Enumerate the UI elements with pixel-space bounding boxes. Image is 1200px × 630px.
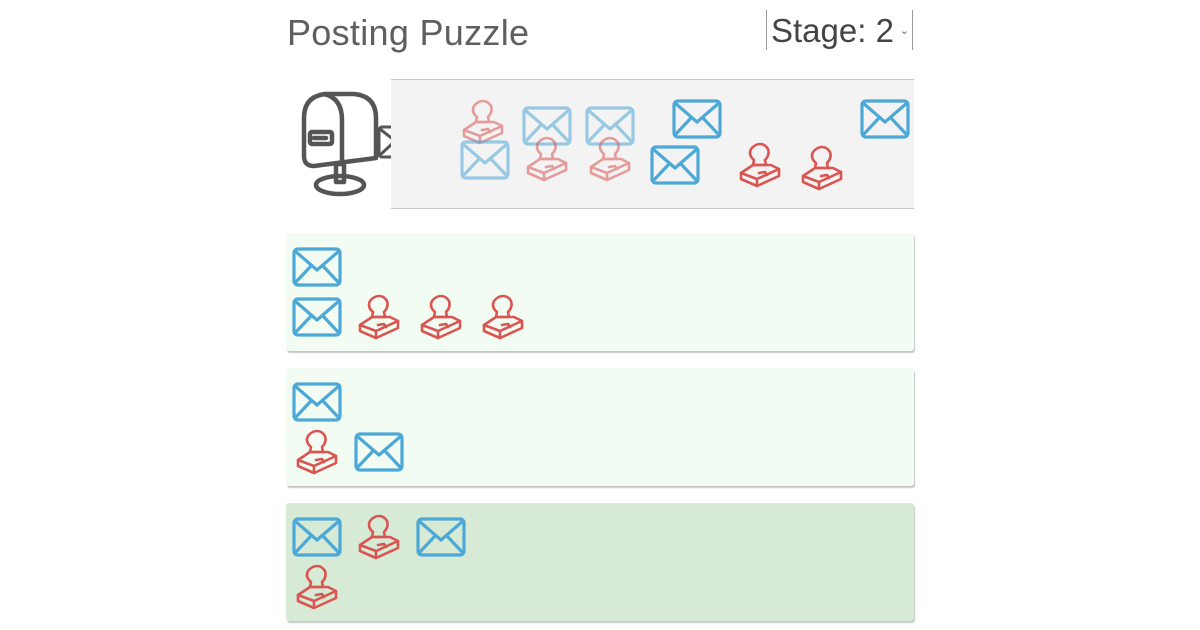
envelope-icon[interactable]	[292, 380, 342, 424]
envelope-icon[interactable]	[292, 245, 342, 289]
envelope-icon[interactable]	[460, 138, 510, 182]
stamp-icon[interactable]	[416, 294, 466, 340]
stamp-icon[interactable]	[354, 514, 404, 560]
envelope-icon[interactable]	[292, 515, 342, 559]
envelope-icon[interactable]	[672, 97, 722, 141]
mailbox-icon[interactable]	[296, 88, 388, 198]
stamp-icon[interactable]	[522, 136, 572, 182]
page-title: Posting Puzzle	[287, 12, 530, 53]
stamp-icon[interactable]	[735, 142, 785, 188]
stamp-icon[interactable]	[585, 136, 635, 182]
stamp-icon[interactable]	[292, 429, 342, 475]
envelope-icon[interactable]	[416, 515, 466, 559]
stamp-icon[interactable]	[797, 145, 847, 191]
stage-select[interactable]: Stage: 2 ⌄	[766, 10, 913, 50]
envelope-icon[interactable]	[292, 295, 342, 339]
stamp-icon[interactable]	[292, 564, 342, 610]
stamp-icon[interactable]	[478, 294, 528, 340]
stage-label: Stage: 2	[771, 12, 894, 49]
envelope-icon[interactable]	[650, 143, 700, 187]
chevron-down-icon: ⌄	[899, 25, 909, 37]
envelope-icon[interactable]	[354, 430, 404, 474]
envelope-icon[interactable]	[860, 97, 910, 141]
sorting-row[interactable]	[286, 233, 914, 351]
sorting-row[interactable]	[286, 368, 914, 486]
sorting-row[interactable]	[286, 503, 914, 621]
stamp-icon[interactable]	[354, 294, 404, 340]
